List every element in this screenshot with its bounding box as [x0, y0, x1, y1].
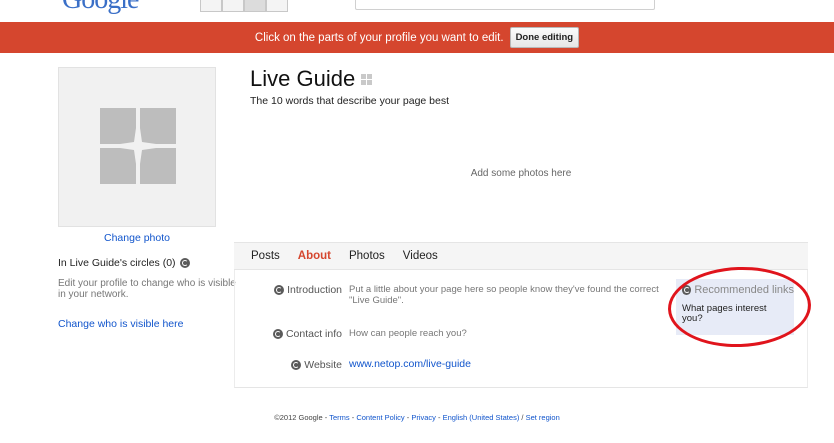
globe-icon [291, 360, 302, 370]
tab-about[interactable]: About [298, 250, 331, 262]
footer-set-region-link[interactable]: Set region [526, 413, 560, 422]
footer-language-link[interactable]: English (United States) [443, 413, 520, 422]
search-input[interactable] [355, 0, 655, 10]
tab-posts[interactable]: Posts [251, 250, 280, 262]
tab-videos[interactable]: Videos [403, 250, 438, 262]
contact-label-wrap: Contact info [235, 328, 342, 340]
contact-value[interactable]: How can people reach you? [349, 328, 467, 339]
page-tagline[interactable]: The 10 words that describe your page bes… [250, 95, 449, 107]
website-row[interactable]: Website www.netop.com/live-guide [235, 359, 471, 371]
view-toggle-button-1[interactable] [200, 0, 222, 12]
visibility-note: Edit your profile to change who is visib… [58, 278, 236, 300]
google-logo[interactable]: Google [62, 0, 139, 16]
view-toggle-button-2[interactable] [222, 0, 244, 12]
circles-count: In Live Guide's circles (0) [58, 257, 190, 269]
globe-icon [272, 329, 283, 339]
circles-label: In Live Guide's circles (0) [58, 257, 176, 269]
introduction-label-wrap: Introduction [235, 284, 342, 296]
profile-tabs: Posts About Photos Videos [234, 242, 808, 270]
website-label: Website [304, 359, 342, 371]
page-title-row: Live Guide [250, 66, 373, 92]
done-editing-button[interactable]: Done editing [509, 27, 580, 48]
add-photos-prompt[interactable]: Add some photos here [234, 168, 808, 179]
view-toggle-button-3[interactable] [244, 0, 266, 12]
edit-mode-banner: Click on the parts of your profile you w… [0, 22, 834, 53]
view-toggle-button-4[interactable] [266, 0, 288, 12]
tab-photos[interactable]: Photos [349, 250, 385, 262]
footer-privacy-link[interactable]: Privacy [411, 413, 436, 422]
introduction-value[interactable]: Put a little about your page here so peo… [349, 284, 664, 306]
page-title[interactable]: Live Guide [250, 66, 355, 92]
profile-photo[interactable] [58, 67, 216, 227]
footer-separator: - [435, 413, 443, 422]
globe-icon[interactable] [179, 258, 190, 268]
change-visibility-link[interactable]: Change who is visible here [58, 318, 184, 330]
contact-row[interactable]: Contact info How can people reach you? [235, 328, 467, 340]
top-header: Google [0, 0, 834, 22]
photo-placeholder-icon [100, 108, 176, 184]
introduction-row[interactable]: Introduction Put a little about your pag… [235, 284, 664, 306]
change-photo-link[interactable]: Change photo [58, 232, 216, 244]
footer-copyright: ©2012 Google - [274, 413, 330, 422]
view-toggle-group [200, 0, 288, 14]
contact-label: Contact info [285, 328, 342, 340]
footer-terms-link[interactable]: Terms [329, 413, 349, 422]
photos-strip[interactable]: Add some photos here [234, 112, 808, 240]
footer-content-policy-link[interactable]: Content Policy [356, 413, 404, 422]
website-link[interactable]: www.netop.com/live-guide [349, 359, 471, 370]
edit-mode-message: Click on the parts of your profile you w… [254, 31, 504, 44]
footer: ©2012 Google - Terms - Content Policy - … [0, 413, 834, 422]
introduction-label: Introduction [287, 284, 342, 296]
globe-icon [274, 285, 285, 295]
website-label-wrap: Website [235, 359, 342, 371]
page-grid-icon [361, 73, 373, 85]
